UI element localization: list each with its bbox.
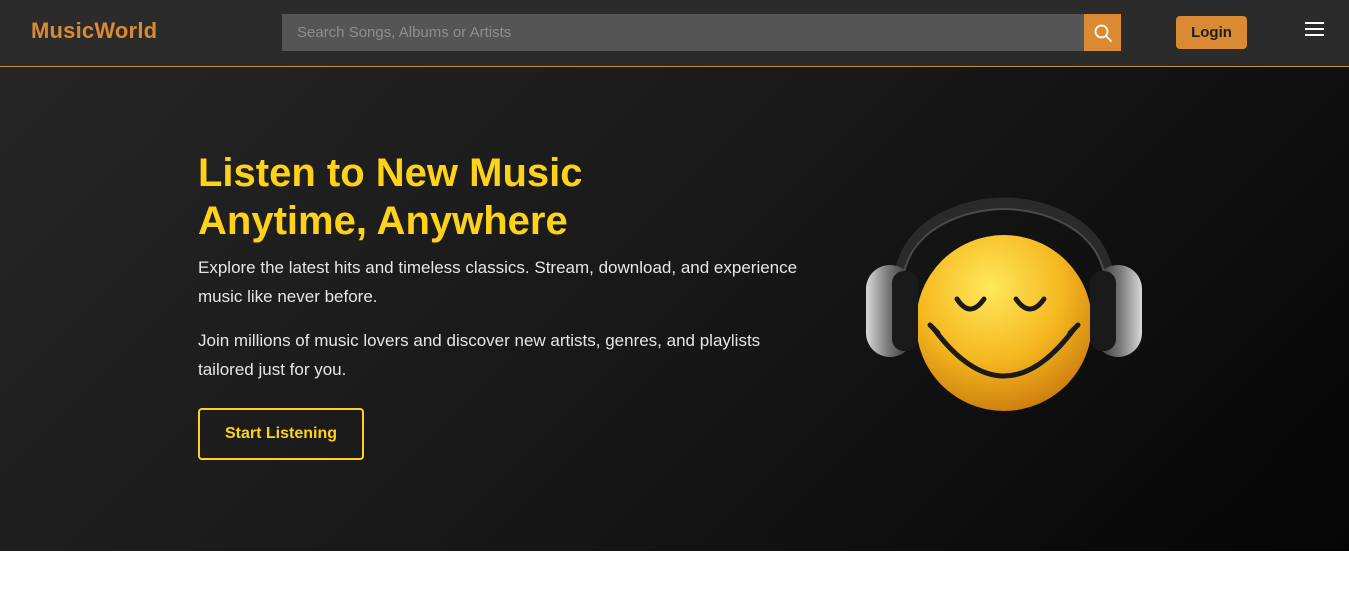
search-button[interactable] bbox=[1084, 14, 1121, 51]
hero-title: Listen to New Music Anytime, Anywhere bbox=[198, 149, 818, 245]
search-icon bbox=[1094, 24, 1112, 42]
login-button[interactable]: Login bbox=[1176, 16, 1247, 49]
start-listening-button[interactable]: Start Listening bbox=[198, 408, 364, 460]
hamburger-menu-icon[interactable] bbox=[1305, 22, 1327, 40]
search-bar bbox=[282, 14, 1121, 51]
hero-title-line1: Listen to New Music bbox=[198, 151, 583, 195]
smiley-headphones-icon bbox=[866, 197, 1142, 411]
hero-title-line2: Anytime, Anywhere bbox=[198, 199, 568, 243]
brand-logo[interactable]: MusicWorld bbox=[31, 18, 157, 44]
hero-paragraph-2: Join millions of music lovers and discov… bbox=[198, 331, 761, 379]
navbar: MusicWorld Login bbox=[0, 0, 1349, 67]
search-input[interactable] bbox=[282, 14, 1084, 51]
hero-paragraph-1: Explore the latest hits and timeless cla… bbox=[198, 258, 798, 306]
hero-section: Listen to New Music Anytime, Anywhere Ex… bbox=[0, 67, 1349, 551]
